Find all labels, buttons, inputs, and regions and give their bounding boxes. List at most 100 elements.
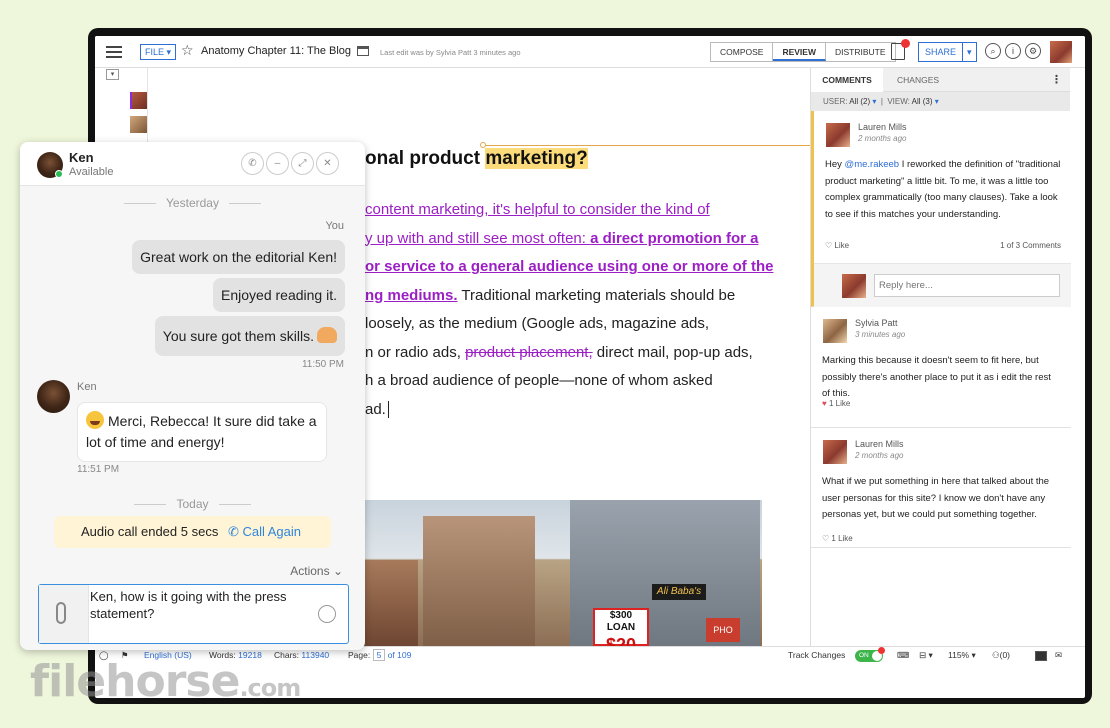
comment-count: 1 of 3 Comments — [1000, 241, 1061, 250]
user-filter-dropdown[interactable]: All (2) ▾ — [849, 97, 876, 106]
actions-menu[interactable]: Actions ⌄ — [290, 564, 343, 578]
tab-comments[interactable]: COMMENTS — [811, 68, 883, 92]
toolbar-icons: ⌕ i ⚙ — [985, 43, 1041, 59]
message-time: 11:50 PM — [301, 359, 344, 370]
star-icon[interactable]: ☆ — [181, 42, 194, 59]
expand-icon[interactable]: ⤢ — [291, 152, 314, 175]
page-input[interactable]: 5 — [372, 649, 386, 661]
tab-distribute[interactable]: DISTRIBUTE — [826, 43, 895, 61]
tab-changes[interactable]: CHANGES — [897, 68, 939, 92]
inserted-text[interactable]: y up with and still see most often: — [365, 230, 590, 247]
call-ended-notice: Audio call ended 5 secs ✆ Call Again — [54, 516, 331, 548]
loan-sign: $300 LOAN $20 — [593, 608, 649, 646]
sender-label: Ken — [77, 381, 97, 393]
heart-icon: ♡ — [825, 241, 833, 250]
minimize-icon[interactable]: – — [266, 152, 289, 175]
flexed-biceps-icon — [317, 327, 337, 343]
comment-body: Marking this because it doesn't seem to … — [822, 355, 1051, 399]
avatar — [842, 274, 866, 298]
zoom-selector[interactable]: 115% ▾ — [948, 647, 976, 664]
message-bubble[interactable]: Enjoyed reading it. — [213, 278, 345, 312]
contact-status: Available — [69, 166, 114, 178]
grinning-face-icon — [86, 411, 104, 429]
phone-icon[interactable]: ✆ — [228, 524, 239, 539]
share-button[interactable]: SHARE ▾ — [918, 42, 977, 62]
gear-icon[interactable]: ⚙ — [1025, 43, 1041, 59]
chat-controls: ✆ – ⤢ ✕ — [241, 152, 339, 175]
search-icon[interactable]: ⌕ — [985, 43, 1001, 59]
chat-header: Ken Available ✆ – ⤢ ✕ — [20, 142, 365, 186]
comment-body: Hey @me.rakeeb I reworked the definition… — [825, 159, 1061, 220]
avatar — [823, 440, 847, 464]
message-composer[interactable]: Ken, how is it going with the press stat… — [38, 584, 349, 644]
building — [423, 516, 535, 646]
more-options-icon[interactable]: ⋮ — [1051, 74, 1062, 86]
shop-sign: Ali Baba's — [652, 584, 706, 600]
comment-thread[interactable]: Lauren Mills 2 months ago Hey @me.rakeeb… — [811, 111, 1071, 307]
track-changes-label: Track Changes — [788, 650, 846, 660]
paperclip-icon[interactable] — [56, 602, 66, 624]
file-menu-button[interactable]: FILE ▾ — [140, 44, 177, 60]
comment-author: Sylvia Patt — [855, 318, 898, 328]
message-bubble[interactable]: You sure got them skills. — [154, 316, 345, 356]
comment-author: Lauren Mills — [858, 122, 907, 132]
message-time: 11:51 PM — [77, 464, 120, 475]
date-divider: Yesterday — [20, 196, 365, 210]
phone-icon[interactable]: ✆ — [241, 152, 264, 175]
reply-input[interactable] — [874, 274, 1060, 297]
last-edit-info: Last edit was by Sylvia Patt 3 minutes a… — [380, 48, 521, 57]
document-title[interactable]: Anatomy Chapter 11: The Blog — [201, 45, 351, 57]
like-button[interactable]: ♥ 1 Like — [822, 399, 850, 408]
heart-icon: ♡ — [822, 534, 830, 543]
message-input[interactable]: Ken, how is it going with the press stat… — [90, 588, 310, 622]
comments-panel: COMMENTS CHANGES ⋮ USER: All (2) ▾ | VIE… — [810, 68, 1071, 646]
like-button[interactable]: ♡ Like — [825, 241, 849, 250]
menu-icon[interactable] — [106, 46, 122, 58]
message-bubble[interactable]: Merci, Rebecca! It sure did take a lot o… — [77, 402, 327, 462]
notification-badge — [901, 39, 910, 48]
comment-body: What if we put something in here that ta… — [822, 476, 1050, 520]
comment-author: Lauren Mills — [855, 439, 904, 449]
view-mode-icon[interactable] — [1035, 647, 1047, 664]
like-button[interactable]: ♡ 1 Like — [822, 534, 853, 543]
notifications-icon[interactable] — [891, 39, 910, 60]
mail-icon[interactable]: ✉ — [1055, 647, 1062, 664]
mode-switcher: COMPOSE REVIEW DISTRIBUTE — [710, 42, 896, 62]
status-badge — [878, 647, 885, 654]
tab-compose[interactable]: COMPOSE — [711, 43, 774, 61]
view-filter-dropdown[interactable]: All (3) ▾ — [912, 97, 939, 106]
inserted-text[interactable]: a direct promotion for a — [590, 230, 758, 247]
keyboard-icon[interactable]: ⌨ — [897, 647, 909, 664]
section-heading[interactable]: onal product marketing? — [365, 148, 588, 170]
mention-link[interactable]: @me.rakeeb — [845, 159, 900, 170]
emoji-icon[interactable] — [318, 605, 336, 623]
online-status-icon — [55, 170, 63, 178]
message-bubble[interactable]: Great work on the editorial Ken! — [132, 240, 345, 274]
comment-thread[interactable]: Sylvia Patt 3 minutes ago Marking this b… — [811, 307, 1071, 428]
contact-name: Ken — [69, 150, 94, 165]
layout-icon[interactable]: ⊟ ▾ — [919, 647, 933, 664]
body-paragraph[interactable]: content marketing, it's helpful to consi… — [365, 196, 785, 424]
inserted-text[interactable]: or service to a general audience using o… — [365, 258, 773, 275]
heart-icon: ♥ — [822, 399, 827, 408]
inserted-text[interactable]: ng mediums. — [365, 287, 458, 304]
inserted-text[interactable]: content marketing, it's helpful to consi… — [365, 201, 710, 218]
street-photo[interactable]: $300 LOAN $20 Ali Baba's PHO — [348, 500, 762, 646]
comment-thread[interactable]: Lauren Mills 2 months ago What if we put… — [811, 428, 1071, 548]
call-again-button[interactable]: Call Again — [242, 524, 301, 539]
folder-icon[interactable] — [357, 46, 369, 56]
tab-review[interactable]: REVIEW — [773, 43, 826, 61]
user-avatar[interactable] — [1050, 41, 1072, 63]
comment-filter-bar: USER: All (2) ▾ | VIEW: All (3) ▾ — [811, 92, 1070, 111]
avatar — [37, 380, 70, 413]
deleted-text[interactable]: product placement, — [465, 344, 593, 361]
close-icon[interactable]: ✕ — [316, 152, 339, 175]
chevron-down-icon[interactable]: ▾ — [962, 43, 976, 61]
comment-anchor-line — [483, 145, 810, 146]
highlighted-text[interactable]: marketing? — [485, 148, 588, 169]
top-toolbar: FILE ▾ ☆ Anatomy Chapter 11: The Blog La… — [95, 36, 1085, 68]
comment-time: 2 months ago — [855, 451, 904, 460]
info-icon[interactable]: i — [1005, 43, 1021, 59]
shop-sign: PHO — [706, 618, 740, 642]
collaborators-indicator[interactable]: ⚇(0) — [992, 647, 1010, 664]
